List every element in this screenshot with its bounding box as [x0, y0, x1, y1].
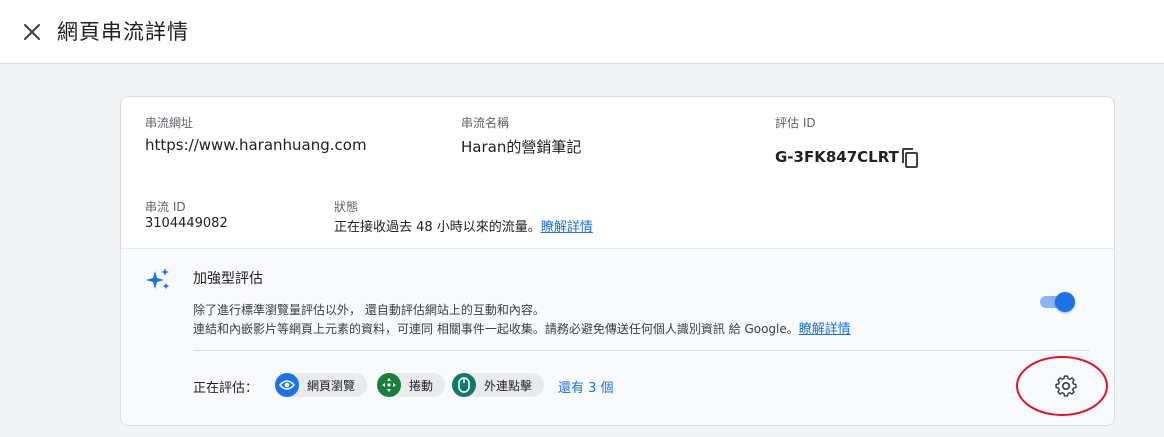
- stream-details-card: 串流網址 https://www.haranhuang.com 串流名稱 Har…: [120, 96, 1115, 426]
- sparkle-icon: [146, 268, 169, 289]
- chip-label: 捲動: [409, 378, 434, 393]
- eye-icon: [275, 373, 299, 397]
- description-line-1: 除了進行標準瀏覽量評估以外， 還自動評估網站上的互動和內容。: [193, 303, 545, 317]
- stream-url-value: https://www.haranhuang.com: [145, 136, 367, 154]
- top-bar: 網頁串流詳情: [0, 0, 1164, 64]
- stream-id-value: 3104449082: [145, 216, 228, 231]
- copy-icon: [902, 148, 918, 168]
- enhanced-measurement-toggle[interactable]: [1038, 291, 1076, 313]
- chip-label: 外連點擊: [484, 378, 533, 393]
- measurement-id-label: 評估 ID: [775, 116, 816, 130]
- move-icon: [377, 373, 401, 397]
- stream-name-label: 串流名稱: [461, 116, 510, 130]
- measuring-label: 正在評估：: [193, 381, 259, 396]
- description-line-2-text: 連結和內嵌影片等網頁上元素的資料，可連同 相關事件一起收集。請務必避免傳送任何個…: [193, 322, 799, 336]
- page-title: 網頁串流詳情: [57, 20, 189, 44]
- chip-scrolls[interactable]: 捲動: [377, 373, 446, 397]
- chip-outbound-clicks[interactable]: 外連點擊: [452, 373, 545, 397]
- enhanced-measurement-section: 加強型評估 除了進行標準瀏覽量評估以外， 還自動評估網站上的互動和內容。 連結和…: [121, 248, 1114, 425]
- enhanced-measurement-description: 除了進行標準瀏覽量評估以外， 還自動評估網站上的互動和內容。 連結和內嵌影片等網…: [193, 301, 851, 339]
- annotation-circle: [1016, 356, 1108, 416]
- stream-name-value: Haran的營銷筆記: [461, 138, 582, 156]
- stream-url-label: 串流網址: [145, 116, 194, 130]
- status-text: 正在接收過去 48 小時以來的流量。瞭解詳情: [334, 216, 593, 235]
- copy-button[interactable]: [897, 145, 923, 171]
- close-button[interactable]: [18, 18, 46, 46]
- close-icon: [24, 24, 40, 40]
- status-learn-more-link[interactable]: 瞭解詳情: [541, 220, 593, 235]
- enhanced-measurement-title: 加強型評估: [193, 271, 263, 287]
- chip-label: 網頁瀏覽: [307, 378, 356, 393]
- toggle-knob: [1055, 292, 1075, 312]
- enhanced-learn-more-link[interactable]: 瞭解詳情: [799, 322, 851, 337]
- measurement-id-value: G-3FK847CLRT: [775, 148, 899, 166]
- chip-page-views[interactable]: 網頁瀏覽: [275, 373, 368, 397]
- more-events-link[interactable]: 還有 3 個: [558, 377, 614, 396]
- divider: [193, 350, 1090, 351]
- description-line-2: 連結和內嵌影片等網頁上元素的資料，可連同 相關事件一起收集。請務必避免傳送任何個…: [193, 320, 851, 339]
- stream-id-label: 串流 ID: [145, 200, 186, 214]
- mouse-icon: [452, 373, 476, 397]
- status-message: 正在接收過去 48 小時以來的流量。: [334, 220, 541, 235]
- status-label: 狀態: [334, 200, 359, 214]
